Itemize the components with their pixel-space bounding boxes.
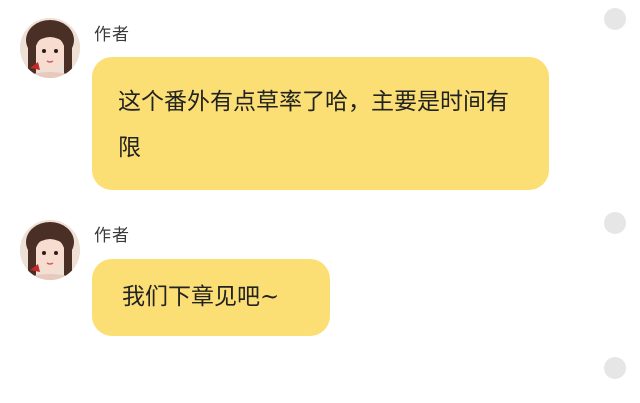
sender-name: 作者	[94, 25, 130, 45]
select-checkbox[interactable]	[604, 8, 626, 30]
chat-message: 作者 这个番外有点草率了哈，主要是时间有限	[0, 0, 640, 200]
chat-message: 作者 我们下章见吧~	[0, 200, 640, 403]
message-text: 我们下章见吧~	[122, 284, 280, 310]
sender-name: 作者	[94, 226, 130, 246]
select-checkbox[interactable]	[604, 357, 626, 379]
avatar[interactable]	[20, 18, 80, 78]
select-checkbox[interactable]	[604, 212, 626, 234]
avatar-image	[20, 18, 80, 78]
message-bubble[interactable]: 这个番外有点草率了哈，主要是时间有限	[92, 57, 549, 190]
avatar[interactable]	[20, 220, 80, 280]
avatar-image	[20, 220, 80, 280]
message-text: 这个番外有点草率了哈，主要是时间有限	[118, 89, 509, 161]
message-bubble[interactable]: 我们下章见吧~	[92, 259, 330, 336]
